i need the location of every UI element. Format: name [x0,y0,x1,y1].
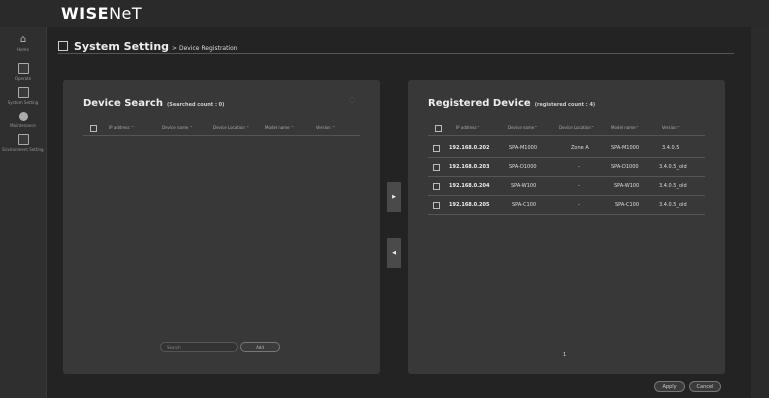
top-bar: WISENeT [0,0,769,27]
row-version: 3.4.0.5_old [659,183,687,189]
refresh-icon[interactable]: ◌ [349,96,355,104]
system-setting-icon [17,87,29,98]
row-ip: 192.168.0.204 [449,183,490,189]
row-divider [428,157,705,158]
row-model-name: SPA-D1000 [611,164,639,170]
maintenance-icon [18,112,28,121]
header-divider [83,135,360,136]
row-device-location: - [578,202,580,208]
row-model-name: SPA-M1000 [611,145,640,151]
column-header-ip[interactable]: IP address ⌃ [109,123,134,133]
column-header-device-name[interactable]: Device name⌃ [508,123,538,133]
settings-icon [58,41,68,51]
row-device-name: SPA-W100 [511,183,537,189]
row-version: 3.4.0.5_old [659,202,687,208]
sidebar-item-maintenance[interactable]: Maintenance [0,112,46,128]
row-model-name: SPA-W100 [614,183,640,189]
column-header-version[interactable]: Version⌃ [662,123,680,133]
row-model-name: SPA-C100 [615,202,640,208]
row-version: 3.4.0.5 [662,145,680,151]
row-divider [428,195,705,196]
registered-device-panel: Registered Device (registered count : 4) … [408,80,725,374]
page-number[interactable]: 1 [563,352,566,358]
sidebar-item-home[interactable]: ⌂ Home [0,34,46,53]
header-divider [428,135,705,136]
row-checkbox[interactable] [433,164,440,171]
row-device-name: SPA-M1000 [509,145,538,151]
registered-device-title: Registered Device (registered count : 4) [428,98,596,109]
row-version: 3.4.0.5_old [659,164,687,170]
move-right-button[interactable]: ▶ [387,182,401,212]
column-header-model-name[interactable]: Model name ⌃ [265,123,294,133]
sidebar: ⌂ Home Operate System Setting Maintenanc… [0,27,47,398]
column-header-device-location[interactable]: Device Location ⌃ [213,123,250,133]
environment-setting-icon [17,134,29,145]
cancel-button[interactable]: Cancel [689,381,721,392]
row-device-location: Zone A [571,145,589,151]
row-checkbox[interactable] [433,202,440,209]
apply-button[interactable]: Apply [654,381,685,392]
row-divider [428,176,705,177]
row-ip: 192.168.0.205 [449,202,490,208]
page-title: System Setting > Device Registration [58,40,238,53]
row-checkbox[interactable] [433,183,440,190]
add-button[interactable]: Add [240,342,280,352]
column-header-model-name[interactable]: Model name⌃ [611,123,639,133]
row-device-location: - [578,183,580,189]
row-device-location: - [578,164,580,170]
search-input[interactable]: Search [160,342,238,352]
row-device-name: SPA-C100 [512,202,537,208]
device-search-panel: Device Search (Searched count : 0) ◌ IP a… [63,80,380,374]
column-header-version[interactable]: Version ⌃ [316,123,335,133]
wisenet-logo: WISENeT [61,4,143,23]
move-left-button[interactable]: ◀ [387,238,401,268]
column-header-ip[interactable]: IP address⌃ [456,123,480,133]
home-icon: ⌂ [19,34,27,45]
title-divider [58,53,734,54]
sidebar-item-system-setting[interactable]: System Setting [0,87,46,105]
row-device-name: SPA-D1000 [509,164,537,170]
row-checkbox[interactable] [433,145,440,152]
row-ip: 192.168.0.203 [449,164,490,170]
select-all-checkbox[interactable] [90,125,97,132]
row-divider [428,214,705,215]
registered-count: (registered count : 4) [534,102,596,108]
sidebar-item-operate[interactable]: Operate [0,63,46,81]
select-all-checkbox[interactable] [435,125,442,132]
searched-count: (Searched count : 0) [166,102,225,108]
sidebar-item-environment-setting[interactable]: Environment Setting [0,134,46,152]
breadcrumb: > Device Registration [172,45,238,52]
row-ip: 192.168.0.202 [449,145,490,151]
column-header-device-name[interactable]: Device name ⌃ [162,123,193,133]
column-header-device-location[interactable]: Device Location⌃ [559,123,594,133]
operate-icon [17,63,29,74]
device-search-title: Device Search (Searched count : 0) [83,98,225,109]
